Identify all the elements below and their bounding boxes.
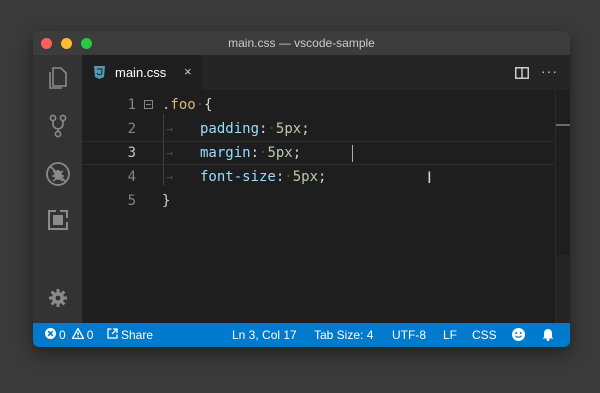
css-selector: .foo [162,97,196,113]
code-line-5: 5 } [82,189,554,213]
open-brace: { [204,97,213,113]
source-control-icon[interactable] [45,113,71,139]
split-editor-icon[interactable] [515,66,529,84]
line-number: 2 [127,121,136,137]
whitespace-dot: · [267,121,276,137]
tab-whitespace-arrow: → [166,170,174,184]
extensions-icon[interactable] [45,207,71,233]
end-of-line[interactable]: LF [443,328,457,342]
problems-indicator[interactable]: 0 0 [45,327,94,342]
cursor-position[interactable]: Ln 3, Col 17 [232,328,297,342]
text-cursor [352,145,353,162]
editor-scrollbar[interactable] [555,90,570,323]
code-line-4: 4 → font-size:·5px; [82,165,554,189]
tab-label: main.css [115,65,167,80]
line-content: margin:·5px; [200,142,301,164]
more-actions-button[interactable]: ··· [541,63,558,79]
whitespace-dot: · [284,169,293,185]
line-content: font-size:·5px; [200,165,326,189]
code-line-2: 2 → padding:·5px; [82,117,554,141]
share-label: Share [121,328,154,342]
css-property: font-size [200,169,276,185]
title-bar: main.css — vscode-sample [33,31,570,55]
code-line-3: 3 → margin:·5px; [82,141,554,165]
css-property: margin [200,145,251,161]
window-title: main.css — vscode-sample [228,36,375,50]
whitespace-dot: · [195,97,205,113]
status-bar: 0 0 Share Ln 3, Col 17 Tab Size: 4 UTF-8… [33,323,570,347]
colon: : [250,145,260,161]
feedback-smiley-icon[interactable] [512,328,525,341]
semicolon: ; [301,121,310,137]
tab-size[interactable]: Tab Size: 4 [314,328,373,342]
css-property: padding [200,121,260,137]
scrollbar-track-shade [556,255,570,323]
line-content: .foo·{ [162,93,213,117]
css-value: 5px [267,145,293,161]
language-mode[interactable]: CSS [472,328,497,342]
css-value: 5px [275,121,302,137]
code-editor[interactable]: 1 .foo·{ 2 → padding:·5px; 3 → margin:·5… [82,90,570,323]
mouse-ibeam-cursor: I [427,168,432,187]
tab-whitespace-arrow: → [166,122,174,136]
tab-main-css[interactable]: main.css × [82,55,202,90]
vscode-window: main.css — vscode-sample main.css × ··· … [33,31,570,347]
debug-icon[interactable] [45,161,71,187]
warning-icon [71,327,85,342]
line-number: 5 [127,193,136,209]
scrollbar-cursor-marker [556,124,570,126]
line-number: 4 [127,169,136,185]
line-content: } [162,189,170,213]
share-icon [107,328,118,342]
css-file-icon [94,66,105,82]
css-value: 5px [292,169,319,185]
editor-tabs: main.css × ··· [82,55,570,90]
line-content: padding:·5px; [200,117,310,141]
activity-bar [33,55,82,323]
gear-icon[interactable] [45,285,71,311]
explorer-icon[interactable] [45,65,71,91]
close-brace: } [162,193,171,209]
line-number: 3 [127,145,136,161]
error-icon [45,328,56,342]
line-number: 1 [127,97,136,113]
notifications-bell-icon[interactable] [542,328,554,341]
tab-whitespace-arrow: → [166,146,174,160]
fold-collapse-icon[interactable] [144,100,153,109]
warning-count: 0 [86,328,94,342]
semicolon: ; [292,145,302,161]
encoding[interactable]: UTF-8 [392,328,426,342]
code-line-1: 1 .foo·{ [82,93,554,117]
semicolon: ; [318,169,327,185]
share-button[interactable]: Share [107,328,153,342]
tab-close-button[interactable]: × [184,64,192,79]
error-count: 0 [59,328,66,342]
